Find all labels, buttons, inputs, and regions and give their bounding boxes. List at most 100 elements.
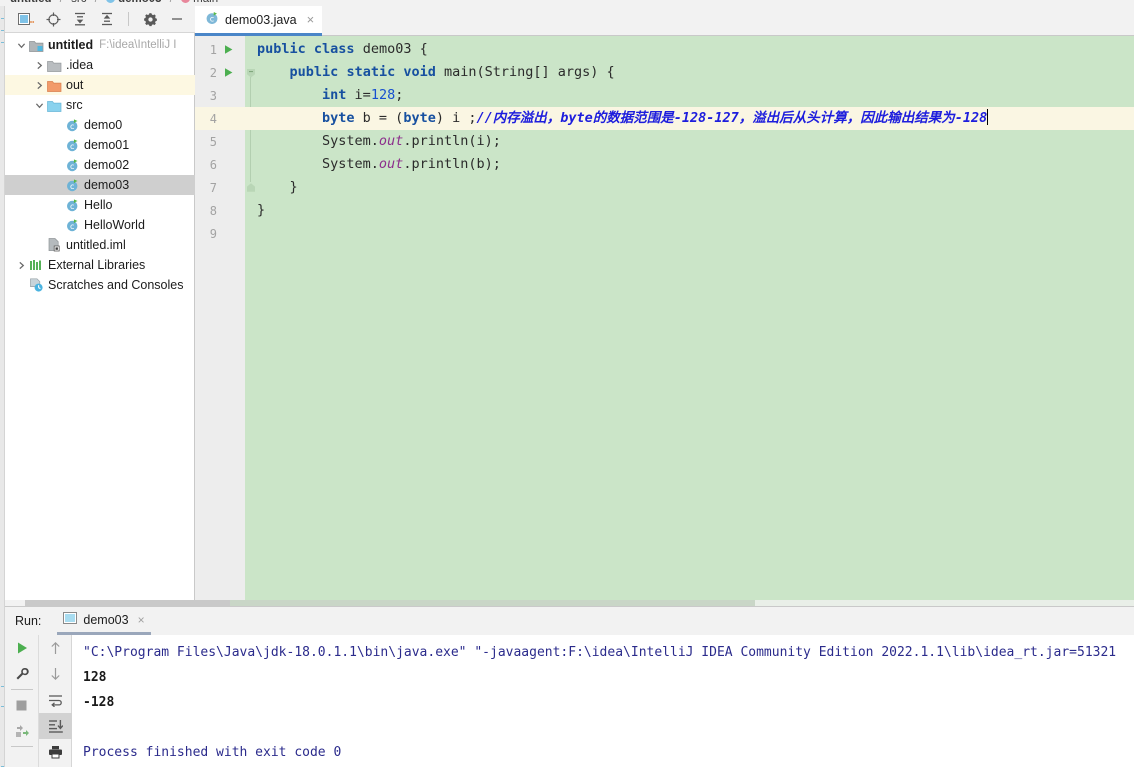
gutter-line[interactable]: 1: [195, 38, 245, 61]
code-line[interactable]: public class demo03 {: [257, 38, 1134, 61]
run-gutter-icon[interactable]: [219, 44, 237, 55]
breadcrumb-item-method[interactable]: main: [193, 0, 218, 5]
console-line: -128: [83, 695, 115, 710]
arrow-down-icon[interactable]: [39, 661, 72, 687]
close-icon[interactable]: ×: [307, 13, 315, 26]
project-view-selector-icon[interactable]: [17, 10, 35, 28]
expand-all-icon[interactable]: [71, 10, 89, 28]
code-token: out: [378, 133, 404, 149]
run-gutter-icon[interactable]: [219, 67, 237, 78]
tree-item-demo03[interactable]: c demo03: [5, 175, 195, 195]
iml-file-icon: [46, 238, 63, 252]
fold-collapse-icon[interactable]: [246, 67, 256, 78]
chevron-right-icon[interactable]: [33, 61, 46, 70]
code-token: byte: [322, 110, 355, 126]
stop-icon[interactable]: [5, 692, 38, 718]
svg-text:c: c: [70, 182, 74, 191]
scroll-to-end-icon[interactable]: [39, 713, 72, 739]
chevron-right-icon[interactable]: [33, 81, 46, 90]
code-line[interactable]: [257, 222, 1134, 245]
collapse-all-icon[interactable]: [98, 10, 116, 28]
svg-text:c: c: [70, 122, 74, 131]
code-token: System.: [257, 133, 379, 149]
fold-column[interactable]: [245, 36, 257, 606]
tree-item-label: .idea: [66, 58, 94, 72]
code-content[interactable]: public class demo03 { public static void…: [257, 36, 1134, 606]
wrench-icon[interactable]: [5, 661, 38, 687]
rerun-icon[interactable]: [5, 635, 38, 661]
line-number: 1: [209, 42, 217, 57]
breadcrumb-item-project[interactable]: untitled: [10, 0, 52, 5]
tree-item-label: demo02: [84, 158, 130, 172]
tree-item-untitled-iml[interactable]: untitled.iml: [5, 235, 195, 255]
tree-item-out[interactable]: out: [5, 75, 195, 95]
tree-item-label: HelloWorld: [84, 218, 145, 232]
editor-gutter[interactable]: 1 2 3 4 5 6 7 8 9: [195, 36, 245, 606]
gutter-line[interactable]: 2: [195, 61, 245, 84]
breadcrumb-item-src[interactable]: src: [71, 0, 86, 5]
breadcrumb-separator: /: [95, 0, 98, 5]
run-config-icon: [63, 612, 78, 627]
tree-item-hello[interactable]: c Hello: [5, 195, 195, 215]
console-output[interactable]: "C:\Program Files\Java\jdk-18.0.1.1\bin\…: [73, 635, 1134, 767]
arrow-up-icon[interactable]: [39, 635, 72, 661]
code-token: }: [257, 179, 298, 195]
tree-item-untitled[interactable]: untitled F:\idea\IntelliJ I: [5, 35, 195, 55]
java-class-icon: c: [205, 11, 219, 28]
breadcrumb-item-class[interactable]: demo03: [118, 0, 161, 5]
code-line[interactable]: public static void main(String[] args) {: [257, 61, 1134, 84]
run-tab-demo03[interactable]: demo03 ×: [57, 607, 151, 635]
locate-icon[interactable]: [44, 10, 62, 28]
tree-item-demo02[interactable]: c demo02: [5, 155, 195, 175]
tree-item-helloworld[interactable]: c HelloWorld: [5, 215, 195, 235]
tree-item-idea[interactable]: .idea: [5, 55, 195, 75]
tree-item-demo01[interactable]: c demo01: [5, 135, 195, 155]
gutter-line[interactable]: 7: [195, 176, 245, 199]
project-tree[interactable]: untitled F:\idea\IntelliJ I .idea out src c de…: [5, 33, 195, 606]
code-token: }: [257, 202, 266, 218]
gutter-line[interactable]: 8: [195, 199, 245, 222]
code-token: .println(i);: [403, 133, 501, 149]
code-token: public: [257, 41, 306, 57]
chevron-down-icon[interactable]: [15, 41, 28, 50]
code-line[interactable]: int i=128;: [257, 84, 1134, 107]
line-number: 8: [209, 203, 217, 218]
print-icon[interactable]: [39, 739, 72, 765]
rerun-failed-icon[interactable]: [5, 718, 38, 744]
tree-item-external-libraries[interactable]: External Libraries: [5, 255, 195, 275]
tree-item-src[interactable]: src: [5, 95, 195, 115]
gutter-line[interactable]: 6: [195, 153, 245, 176]
gutter-line[interactable]: 9: [195, 222, 245, 245]
tree-item-scratches-and-consoles[interactable]: Scratches and Consoles: [5, 275, 195, 295]
tree-item-demo0[interactable]: c demo0: [5, 115, 195, 135]
code-line[interactable]: }: [257, 199, 1134, 222]
run-tab-label: demo03: [83, 612, 129, 627]
soft-wrap-icon[interactable]: [39, 687, 72, 713]
code-line[interactable]: byte b = (byte) i ;//内存溢出，byte的数据范围是-128…: [257, 107, 1134, 130]
code-token: public: [289, 64, 339, 80]
folder-blue-icon: [46, 99, 63, 112]
code-line[interactable]: }: [257, 176, 1134, 199]
code-token: ) i ;: [435, 110, 477, 126]
gutter-line[interactable]: 4: [195, 107, 245, 130]
svg-text:c: c: [70, 162, 74, 171]
code-editor[interactable]: 1 2 3 4 5 6 7 8 9 public class demo03 { public s…: [195, 36, 1134, 606]
chevron-right-icon[interactable]: [15, 261, 28, 270]
text-caret: [987, 109, 989, 125]
gutter-line[interactable]: 3: [195, 84, 245, 107]
chevron-down-icon[interactable]: [33, 101, 46, 110]
code-token: 128: [370, 87, 396, 103]
gutter-line[interactable]: 5: [195, 130, 245, 153]
gear-icon[interactable]: [141, 10, 159, 28]
minimize-icon[interactable]: [168, 10, 186, 28]
fold-collapse-end-icon[interactable]: [246, 182, 256, 192]
code-line[interactable]: System.out.println(i);: [257, 130, 1134, 153]
code-line[interactable]: System.out.println(b);: [257, 153, 1134, 176]
run-panel-header: Run: demo03 ×: [5, 607, 1134, 635]
code-token: .println(b);: [403, 156, 501, 172]
editor-tab-demo03[interactable]: c demo03.java ×: [195, 6, 323, 36]
editor-tab-label: demo03.java: [225, 12, 297, 27]
close-icon[interactable]: ×: [138, 613, 145, 627]
divider: [10, 689, 33, 690]
intellij-idea-window: untitled / src / demo03 / main: [0, 0, 1134, 767]
